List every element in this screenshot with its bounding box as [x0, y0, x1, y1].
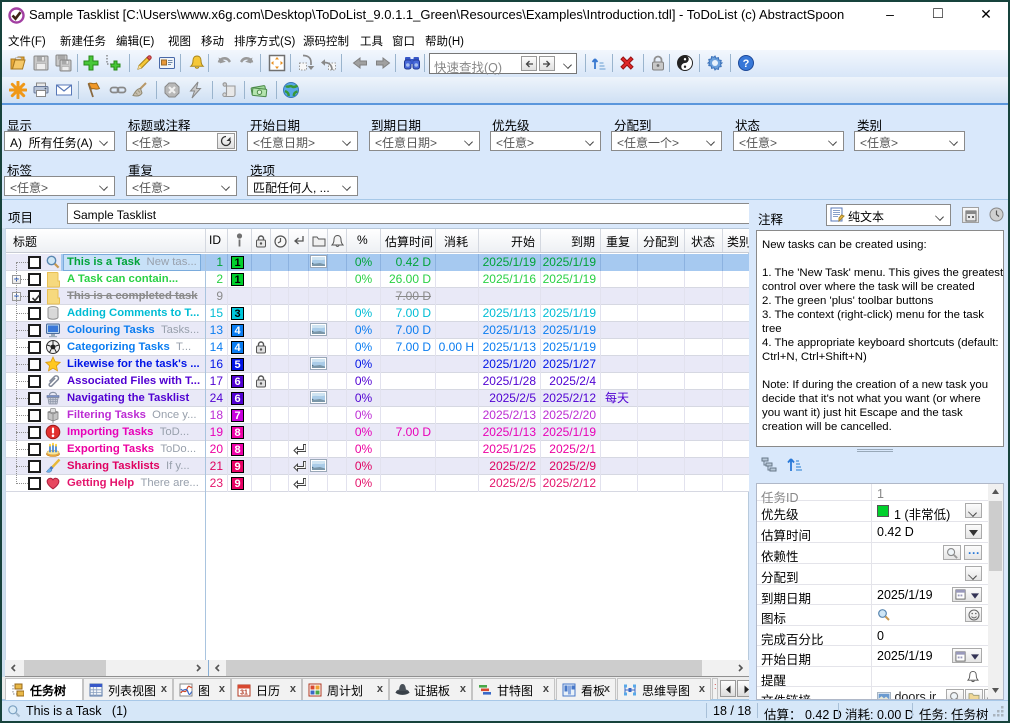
- svg-text:31: 31: [240, 690, 248, 697]
- svg-text:?: ?: [743, 58, 750, 70]
